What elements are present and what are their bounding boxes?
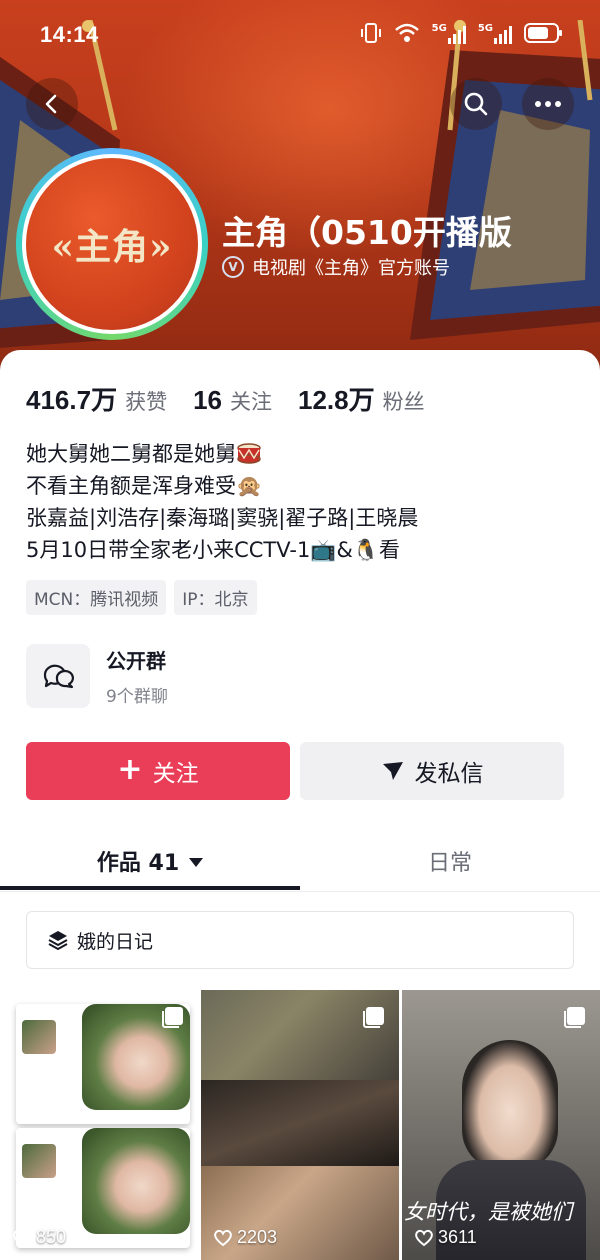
- stat-likes[interactable]: 416.7万 获赞: [26, 380, 167, 417]
- message-label: 发私信: [414, 761, 484, 787]
- stat-label: 粉丝: [382, 390, 425, 414]
- network-label: 5G: [477, 22, 493, 34]
- video-tile[interactable]: 女时代，是被她们 3611: [402, 990, 600, 1260]
- plus-icon: +: [117, 751, 143, 787]
- likes-count: 2203: [213, 1227, 277, 1248]
- verified-icon: V: [222, 256, 244, 278]
- drum-icon: [237, 443, 261, 464]
- account-name: 主角（0510开播版: [222, 213, 512, 252]
- tab-daily-label: 日常: [427, 851, 472, 876]
- tab-indicator: [0, 886, 300, 890]
- bio-line-3: 张嘉益|刘浩存|秦海璐|窦骁|翟子路|王晓晨: [26, 506, 419, 530]
- bio-line-1: 她大舅她二舅都是她舅: [26, 438, 418, 470]
- avatar-logo-text: «主角»: [51, 226, 173, 268]
- layers-icon: [48, 931, 68, 951]
- content-tabs: 作品 41 日常: [0, 830, 600, 892]
- chat-bubbles-icon: [43, 664, 74, 689]
- multi-image-icon: [162, 1007, 183, 1028]
- stat-followers[interactable]: 12.8万 粉丝: [298, 380, 425, 417]
- group-title: 公开群: [106, 649, 166, 673]
- heart-icon: [13, 1229, 31, 1246]
- likes-count: 3611: [414, 1227, 477, 1248]
- multi-image-icon: [564, 1007, 585, 1028]
- tab-daily[interactable]: 日常: [300, 830, 600, 892]
- back-button[interactable]: [26, 78, 78, 130]
- verification-text: 电视剧《主角》官方账号: [252, 258, 450, 279]
- status-bar: 14:14 5G 5G: [0, 0, 600, 72]
- tile-frame: [201, 990, 399, 1080]
- follow-button[interactable]: + 关注: [26, 742, 290, 800]
- wifi-icon: [394, 23, 419, 42]
- signal-5g-2: 5G: [478, 23, 512, 44]
- avatar-frame: «主角»: [22, 154, 202, 334]
- multi-image-icon: [363, 1007, 384, 1028]
- tile-portrait: [462, 1040, 558, 1170]
- bio: 她大舅她二舅都是她舅 不看主角额是浑身难受🙊 张嘉益|刘浩存|秦海璐|窦骁|翟子…: [26, 438, 418, 566]
- signal-icon: [447, 25, 466, 44]
- video-tile[interactable]: 2203: [201, 990, 399, 1260]
- likes-value: 3611: [438, 1227, 477, 1247]
- status-icons: 5G 5G: [360, 22, 564, 44]
- status-time: 14:14: [40, 22, 99, 47]
- signal-icon: [494, 25, 512, 44]
- avatar[interactable]: «主角»: [16, 148, 208, 340]
- bio-line-4: 5月10日带全家老小来CCTV-1📺&🐧看: [26, 534, 418, 566]
- group-icon-box: [26, 644, 90, 708]
- stat-value: 416.7万: [26, 385, 118, 415]
- collection-entry[interactable]: 娥的日记: [26, 911, 574, 969]
- stats-row: 416.7万 获赞 16 关注 12.8万 粉丝: [26, 380, 451, 417]
- tile-preview-thumb: [22, 1020, 56, 1054]
- likes-value: 850: [36, 1227, 67, 1247]
- battery-icon: [524, 23, 562, 43]
- signal-5g-1: 5G: [432, 23, 466, 44]
- stat-value: 16: [193, 385, 222, 415]
- more-button[interactable]: [522, 78, 574, 130]
- caret-down-icon: [189, 857, 204, 867]
- video-grid: 850 2203 女时代，是被她们 3611: [0, 990, 600, 1260]
- collection-label: 娥的日记: [77, 930, 154, 953]
- bio-line-2: 不看主角额是浑身难受🙊: [26, 474, 263, 498]
- more-icon: [535, 101, 561, 107]
- tile-subtitle: 女时代，是被她们: [404, 1200, 572, 1224]
- bio-text: 她大舅她二舅都是她舅: [26, 442, 236, 466]
- bio-text: 5月10日带全家老小来CCTV-1: [26, 538, 311, 562]
- tile-preview-thumb: [22, 1144, 56, 1178]
- chevron-left-icon: [45, 94, 57, 114]
- follow-label: 关注: [152, 761, 199, 787]
- avatar-image: «主角»: [26, 158, 198, 330]
- tile-frame: [201, 1080, 399, 1166]
- stat-label: 获赞: [125, 390, 168, 414]
- likes-count: 850: [12, 1227, 66, 1248]
- network-label: 5G: [431, 22, 447, 34]
- group-text: 公开群 9个群聊: [106, 645, 168, 707]
- bio-text: 看: [378, 538, 400, 562]
- message-button[interactable]: 发私信: [300, 742, 564, 800]
- stat-value: 12.8万: [298, 385, 375, 415]
- tile-preview-image: [82, 1128, 190, 1234]
- public-group-entry[interactable]: 公开群 9个群聊: [26, 644, 168, 708]
- verification-row: V 电视剧《主角》官方账号: [222, 254, 450, 280]
- paper-plane-icon: [382, 762, 403, 780]
- tv-penguin-emoji: 📺&🐧: [310, 538, 379, 562]
- search-button[interactable]: [450, 78, 502, 130]
- vibrate-icon: [360, 23, 381, 43]
- ip-tag: IP：北京: [174, 580, 257, 615]
- mcn-tag: MCN：腾讯视频: [26, 580, 167, 615]
- tab-works[interactable]: 作品 41: [0, 830, 300, 892]
- group-subtitle: 9个群聊: [106, 687, 168, 707]
- video-tile[interactable]: 850: [0, 990, 198, 1260]
- heart-icon: [214, 1229, 232, 1246]
- heart-icon: [415, 1229, 433, 1246]
- profile-banner: 14:14 5G 5G «主角» 主角（0510开播版 V 电视剧《主角》官方账…: [0, 0, 600, 380]
- likes-value: 2203: [237, 1227, 278, 1247]
- stat-label: 关注: [230, 390, 272, 414]
- search-icon: [464, 92, 488, 116]
- tab-works-label: 作品 41: [96, 851, 180, 876]
- tag-row: MCN：腾讯视频 IP：北京: [26, 580, 257, 615]
- stat-following[interactable]: 16 关注: [193, 385, 272, 416]
